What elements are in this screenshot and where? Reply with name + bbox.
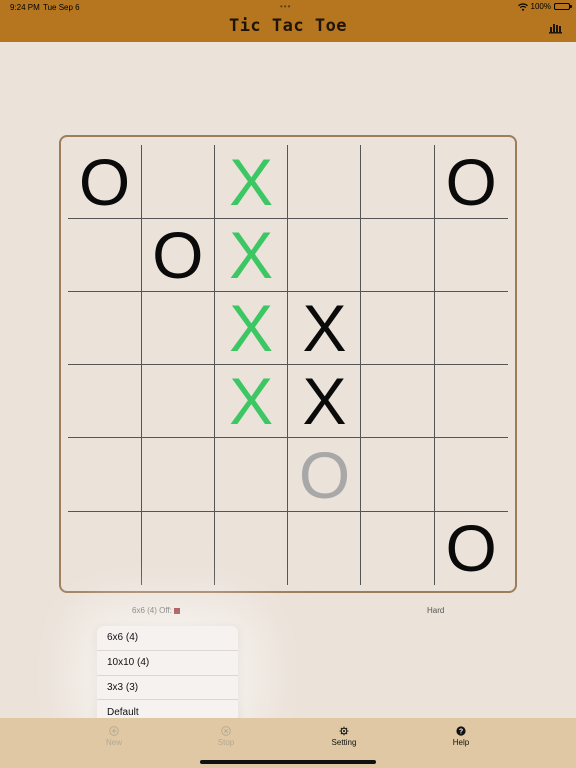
question-circle-icon: ? <box>456 726 466 736</box>
board-cell[interactable] <box>68 292 141 365</box>
help-button[interactable]: ? Help <box>431 726 491 747</box>
bar-chart-icon[interactable] <box>549 21 562 34</box>
board-cell[interactable]: O <box>141 218 214 291</box>
x-circle-icon <box>221 726 231 736</box>
board-cell[interactable] <box>68 438 141 511</box>
board-cell[interactable] <box>361 365 434 438</box>
wifi-icon <box>517 2 528 11</box>
board-cell[interactable] <box>141 512 214 585</box>
game-mode-info: 6x6 (4) Off: <box>132 606 180 615</box>
multitasking-dots[interactable]: ••• <box>280 2 291 11</box>
board-cell[interactable] <box>361 145 434 218</box>
board-cell[interactable] <box>215 438 288 511</box>
board-cell[interactable] <box>435 438 508 511</box>
board-cell[interactable] <box>68 365 141 438</box>
board-size-menu: 6x6 (4) 10x10 (4) 3x3 (3) Default <box>97 626 238 725</box>
board-cell[interactable]: X <box>215 292 288 365</box>
board-cell[interactable] <box>68 218 141 291</box>
board-cell[interactable] <box>141 438 214 511</box>
navigation-bar: 9:24 PM Tue Sep 6 ••• 100% Tic Tac Toe <box>0 0 576 42</box>
board-cell[interactable] <box>361 218 434 291</box>
board-cell[interactable] <box>288 218 361 291</box>
board-cell[interactable]: X <box>215 365 288 438</box>
board-cell[interactable] <box>288 512 361 585</box>
help-label: Help <box>452 738 470 747</box>
board-cell[interactable] <box>435 218 508 291</box>
board-cell[interactable]: O <box>68 145 141 218</box>
board-cell[interactable] <box>361 438 434 511</box>
stop-label: Stop <box>217 738 235 747</box>
new-button[interactable]: New <box>84 726 144 747</box>
board-cell[interactable]: X <box>215 145 288 218</box>
menu-item-10x10[interactable]: 10x10 (4) <box>97 651 238 676</box>
battery-percent: 100% <box>530 2 551 11</box>
menu-item-3x3[interactable]: 3x3 (3) <box>97 676 238 701</box>
gear-icon <box>339 726 349 736</box>
board-cell[interactable] <box>361 512 434 585</box>
board-cell[interactable] <box>68 512 141 585</box>
setting-label: Setting <box>331 738 357 747</box>
board-cell[interactable] <box>141 365 214 438</box>
status-indicators: 100% <box>517 2 572 11</box>
game-board: OXOOXXXXXOO <box>68 145 508 585</box>
plus-circle-icon <box>109 726 119 736</box>
new-label: New <box>105 738 122 747</box>
difficulty-label: Hard <box>427 606 445 615</box>
battery-icon <box>554 3 572 10</box>
setting-button[interactable]: Setting <box>314 726 374 747</box>
board-cell[interactable] <box>361 292 434 365</box>
home-indicator <box>200 760 376 764</box>
stop-button[interactable]: Stop <box>196 726 256 747</box>
board-cell[interactable] <box>141 145 214 218</box>
app-title: Tic Tac Toe <box>228 16 348 36</box>
board-cell[interactable] <box>435 365 508 438</box>
color-swatch <box>173 607 180 614</box>
board-cell[interactable]: O <box>288 438 361 511</box>
status-date: Tue Sep 6 <box>43 3 80 12</box>
board-cell[interactable] <box>141 292 214 365</box>
board-cell[interactable] <box>215 512 288 585</box>
board-cell[interactable] <box>288 145 361 218</box>
board-cell[interactable]: X <box>288 292 361 365</box>
board-cell[interactable] <box>435 292 508 365</box>
board-cell[interactable]: X <box>288 365 361 438</box>
status-time: 9:24 PM <box>10 3 40 12</box>
svg-text:?: ? <box>459 729 463 736</box>
board-cell[interactable]: O <box>435 145 508 218</box>
menu-item-6x6[interactable]: 6x6 (4) <box>97 626 238 651</box>
board-cell[interactable]: O <box>435 512 508 585</box>
game-mode-label: 6x6 (4) Off: <box>132 606 172 615</box>
board-cell[interactable]: X <box>215 218 288 291</box>
